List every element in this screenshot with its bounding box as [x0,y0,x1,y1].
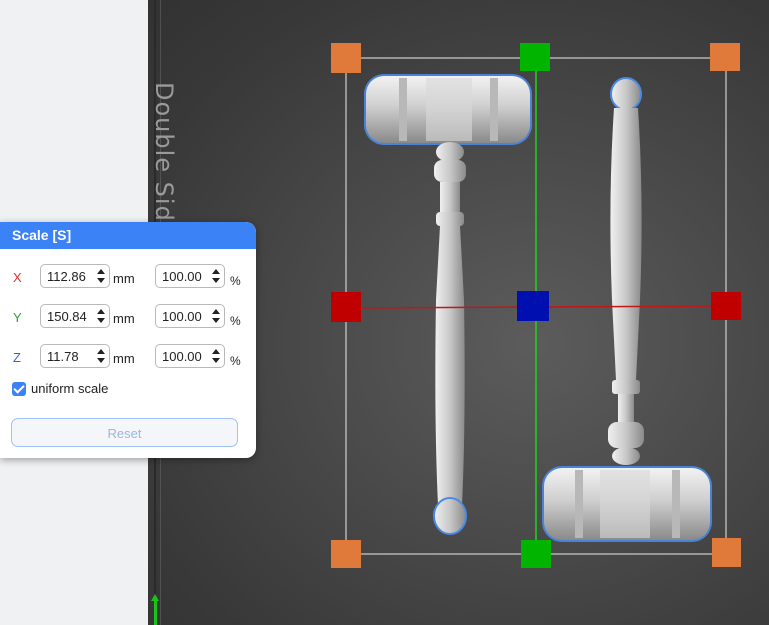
size-unit: mm [113,311,135,326]
spin-arrows-icon[interactable] [96,307,106,325]
scale-row-y: Y 150.84 mm 100.00 % [0,304,256,330]
size-z-input[interactable]: 11.78 [40,344,110,368]
axis-label-y: Y [13,310,22,325]
uniform-scale-label: uniform scale [31,381,109,396]
axis-label-x: X [13,270,22,285]
axis-label-z: Z [13,350,21,365]
y-handle-top[interactable] [520,43,550,71]
spin-arrows-icon[interactable] [211,307,221,325]
corner-handle-bottom-left[interactable] [331,540,361,568]
y-handle-bottom[interactable] [521,540,551,568]
scale-panel-title: Scale [S] [0,222,256,249]
size-y-input[interactable]: 150.84 [40,304,110,328]
size-unit: mm [113,351,135,366]
percent-unit: % [230,314,241,328]
percent-unit: % [230,354,241,368]
left-gavel-model[interactable] [364,74,532,535]
percent-z-input[interactable]: 100.00 [155,344,225,368]
reset-button[interactable]: Reset [11,418,238,447]
spin-arrows-icon[interactable] [211,267,221,285]
corner-handle-top-left[interactable] [331,43,361,73]
spin-arrows-icon[interactable] [211,347,221,365]
percent-y-input[interactable]: 100.00 [155,304,225,328]
check-icon[interactable] [12,382,26,396]
percent-unit: % [230,274,241,288]
scale-panel: Scale [S] X 112.86 mm 100.00 % Y 150.84 … [0,222,256,458]
center-handle[interactable] [517,291,549,321]
x-handle-right[interactable] [711,292,741,320]
spin-arrows-icon[interactable] [96,347,106,365]
percent-x-input[interactable]: 100.00 [155,264,225,288]
size-unit: mm [113,271,135,286]
size-x-input[interactable]: 112.86 [40,264,110,288]
scale-row-z: Z 11.78 mm 100.00 % [0,344,256,370]
right-gavel-model[interactable] [542,77,712,542]
x-handle-left[interactable] [331,292,361,322]
spin-arrows-icon[interactable] [96,267,106,285]
corner-handle-top-right[interactable] [710,43,740,71]
scale-row-x: X 112.86 mm 100.00 % [0,264,256,290]
corner-handle-bottom-right[interactable] [712,538,741,567]
